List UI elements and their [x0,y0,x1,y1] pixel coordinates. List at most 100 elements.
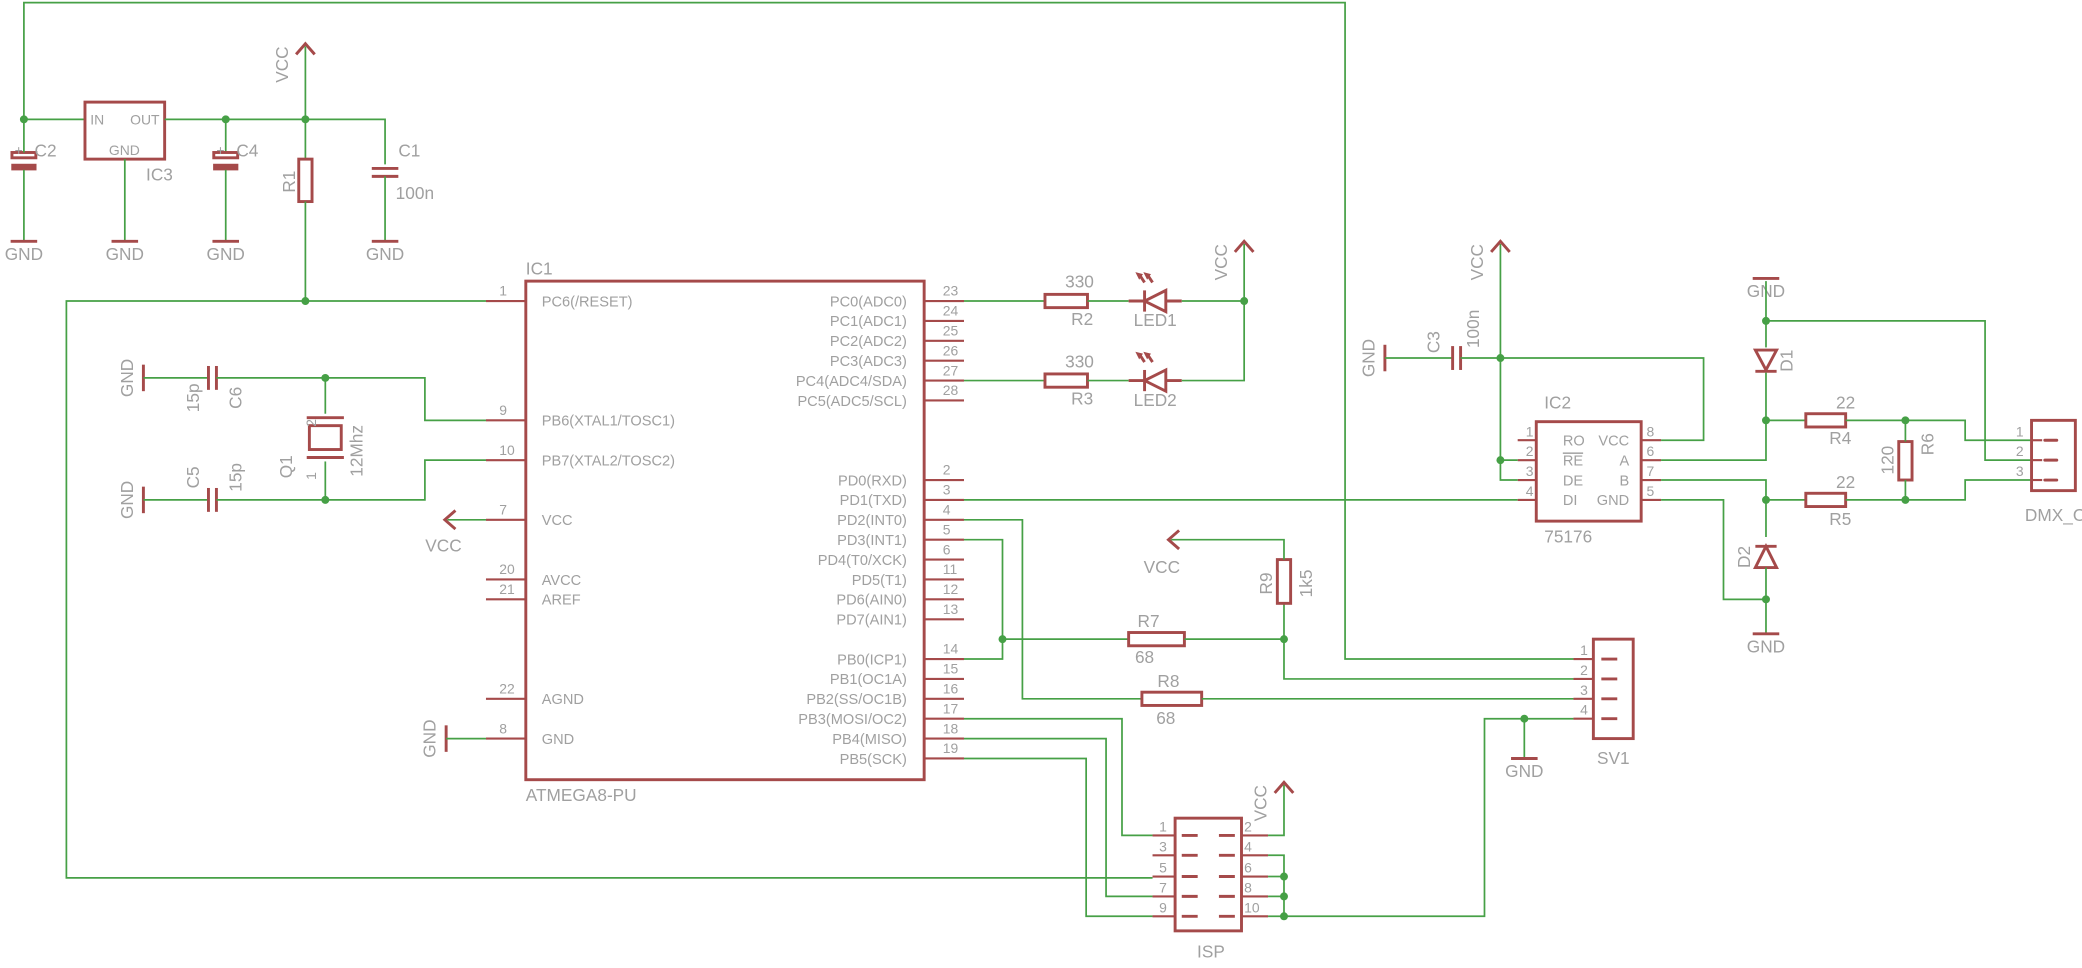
dmx-pin-number: 3 [2016,463,2024,479]
gnd-label: GND [106,244,144,264]
r2-name: R2 [1071,309,1093,329]
wire [216,377,486,422]
ic1-pin-number: 16 [943,681,959,697]
led2-icon [1141,367,1168,394]
ic1-pin-label: PB0(ICP1) [837,652,907,668]
d2-diode-icon [1752,543,1779,569]
ic1-pin-label: PB2(SS/OC1B) [806,692,907,708]
ic1-pin-label: AVCC [542,573,581,589]
ic1-pin-number: 27 [943,362,959,378]
ic1-pin-label: AREF [542,593,581,609]
junction-dot [1280,872,1288,881]
ic3-pin-in: IN [90,112,104,128]
r7-resistor [1127,631,1186,648]
ic1-pin-number: 11 [943,561,958,577]
ic1-pin-label: GND [542,732,574,748]
dmx-pin-number: 2 [2016,443,2024,459]
q1-value: 12Mhz [346,425,366,477]
ic1-pin-number: 3 [943,482,951,498]
wire [1171,538,1285,560]
ic1-pin-label: PC5(ADC5/SCL) [797,394,906,410]
r6-resistor [1897,440,1914,482]
r4-value: 22 [1836,392,1855,412]
q1-pin1: 1 [303,472,319,480]
ic1-pin-number: 10 [499,442,515,458]
r5-resistor [1804,491,1848,509]
ic1-pin-number: 2 [943,462,951,478]
ic2-pin-number: 4 [1526,483,1534,499]
ic1-pin-label: PD0(RXD) [838,473,907,489]
r7-value: 68 [1135,647,1154,667]
ic1-pin-number: 26 [943,342,959,358]
wire [963,518,1142,700]
vcc-label: VCC [1251,785,1271,821]
ic1-pin-number: 13 [943,601,959,617]
wire [963,757,1153,918]
ic1-pin-label: VCC [542,513,573,529]
r9-resistor [1275,558,1293,605]
junction-dot [1280,892,1288,901]
wire [1283,717,1574,918]
ic1-pin-number: 23 [943,283,959,299]
r1-name: R1 [279,171,299,193]
vcc-label: VCC [1144,557,1180,577]
ic2-pin-number: 7 [1646,463,1654,479]
ic2-pin-label: DE [1563,473,1584,489]
ic1-pin-number: 15 [943,661,959,677]
ic1-pin-number: 28 [943,382,959,398]
ic2-pin-number: 8 [1646,423,1654,439]
wire [963,737,1153,898]
c6-value: 15p [183,383,203,412]
gnd-label: GND [5,244,43,264]
c3-value: 100n [1463,310,1483,348]
wire [1661,372,1767,461]
wire [164,118,386,165]
wire [1181,300,1246,382]
ic2-pin-number: 1 [1526,423,1534,439]
d1-name: D1 [1777,350,1797,372]
ic1-pin-label: PB5(SCK) [840,752,907,768]
wire [1845,419,2032,442]
ic3-pin-out: OUT [130,112,160,128]
c5-value: 15p [226,463,246,492]
ic1-pin-label: AGND [542,692,584,708]
dmx-pin-number: 1 [2016,423,2024,439]
gnd-label: GND [366,244,404,264]
ic1-pin-number: 12 [943,581,959,597]
d2-name: D2 [1734,546,1754,568]
isp-pin-number: 3 [1159,838,1167,854]
wire [963,717,1153,837]
ic1-pin-number: 18 [943,720,959,736]
d1-diode-icon [1752,348,1780,374]
r5-value: 22 [1836,472,1855,492]
isp-pin-number: 1 [1159,818,1167,834]
ic1-pin-number: 1 [499,283,507,299]
r7-name: R7 [1138,611,1160,631]
r3-resistor [1043,372,1089,389]
ic1-pin-number: 7 [499,502,507,518]
ic1-pin-label: PC6(/RESET) [542,294,633,310]
ic2-pin-number: 5 [1646,483,1654,499]
ic1-name: IC1 [526,258,553,278]
wire [1268,854,1285,917]
isp-pin-number: 10 [1244,899,1260,915]
c4-capacitor [213,163,239,171]
r6-value: 120 [1877,446,1897,475]
r3-value: 330 [1065,351,1094,371]
ic1-pin-label: PB1(OC1A) [830,672,907,688]
ic1-value: ATMEGA8-PU [526,785,637,805]
r4-name: R4 [1829,428,1851,448]
wire [1283,603,1574,680]
isp-name: ISP [1197,941,1225,961]
r8-name: R8 [1157,671,1179,691]
r3-name: R3 [1071,388,1093,408]
ic2-pin-label: RO [1563,434,1585,450]
q1-crystal [307,424,343,451]
ic1-pin-number: 17 [943,700,959,716]
ic1-pin-number: 25 [943,322,959,338]
wire [1661,479,1767,538]
ic1-pin-number: 14 [943,641,959,657]
sv1-pin-number: 2 [1580,662,1588,678]
ic1-pin-label: PC3(ADC3) [830,354,907,370]
ic1-pin-label: PC0(ADC0) [830,294,907,310]
